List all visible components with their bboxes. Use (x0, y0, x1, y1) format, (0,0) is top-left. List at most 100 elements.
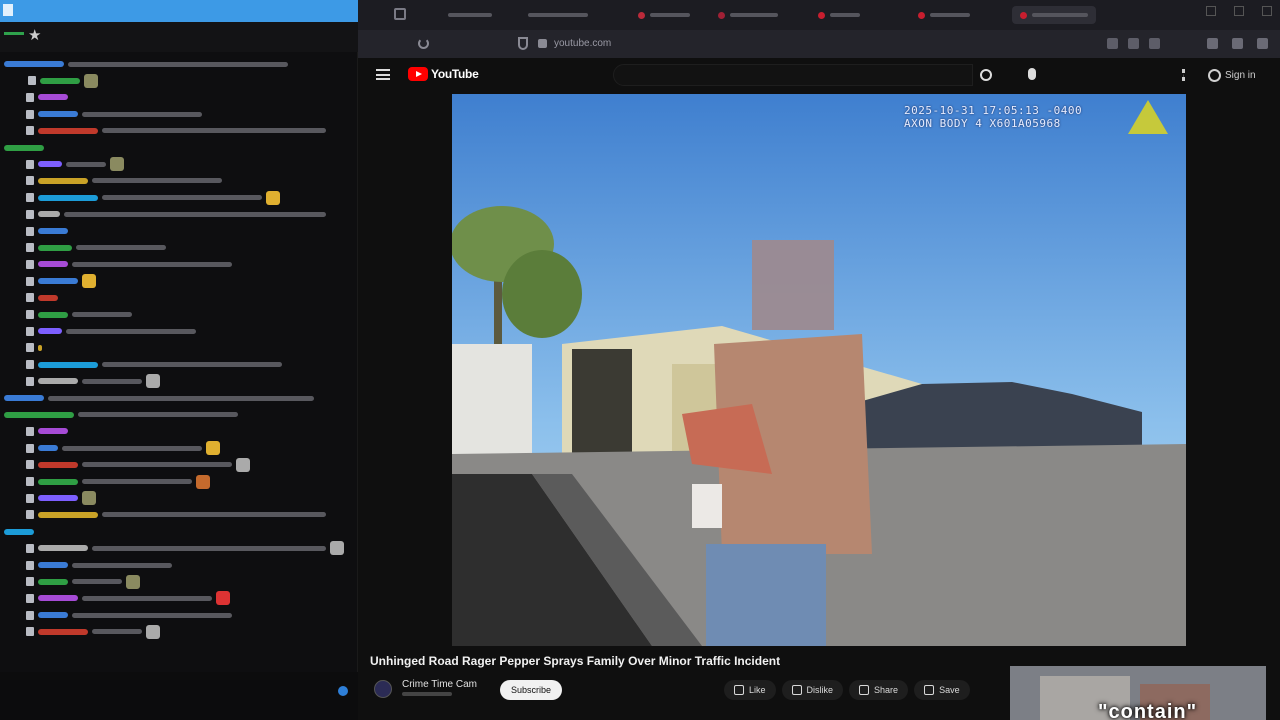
like-button[interactable]: Like (724, 680, 776, 700)
chat-username[interactable] (38, 461, 78, 468)
search-icon[interactable] (980, 69, 992, 81)
address-bar: youtube.com (358, 30, 1280, 58)
sign-in-button[interactable]: Sign in (1208, 66, 1256, 84)
chat-username[interactable] (38, 578, 68, 585)
chat-badge-icon (26, 610, 34, 620)
chat-username[interactable] (38, 127, 98, 134)
chat-username[interactable] (4, 528, 34, 535)
chat-username[interactable] (38, 161, 62, 168)
chat-username[interactable] (38, 344, 42, 351)
youtube-logo-text: YouTube (431, 67, 479, 81)
hamburger-menu-icon[interactable] (376, 69, 390, 80)
chat-message-text (66, 328, 196, 334)
chat-badge-icon (26, 259, 34, 269)
star-icon[interactable]: ★ (28, 26, 41, 44)
url-field[interactable]: youtube.com (554, 36, 954, 52)
chat-username[interactable] (38, 228, 68, 234)
channel-avatar[interactable] (374, 680, 392, 698)
chat-username[interactable] (38, 428, 68, 435)
pin-icon[interactable] (3, 4, 13, 16)
channel-name[interactable]: Crime Time Cam (402, 679, 477, 690)
chat-emote-icon (110, 157, 124, 172)
chat-send-icon[interactable] (338, 686, 348, 696)
chat-username[interactable] (38, 211, 60, 218)
chat-username[interactable] (38, 445, 58, 452)
microphone-icon[interactable] (1028, 68, 1036, 80)
overlay-caption: "contain" (1098, 701, 1198, 720)
browser-tab[interactable] (528, 6, 588, 24)
chat-emote-icon (84, 73, 98, 88)
reader-icon[interactable] (1149, 38, 1160, 49)
chat-message (4, 142, 44, 154)
chat-username[interactable] (38, 94, 68, 101)
chat-emote-icon (126, 574, 140, 589)
chat-username[interactable] (38, 628, 88, 635)
minimize-icon[interactable] (1206, 6, 1216, 16)
chat-username[interactable] (4, 411, 74, 418)
chat-username[interactable] (4, 395, 44, 401)
dislike-button[interactable]: Dislike (781, 680, 844, 700)
chat-message (26, 541, 344, 556)
youtube-logo[interactable]: YouTube (408, 67, 479, 81)
maximize-icon[interactable] (1234, 6, 1244, 16)
profile-icon[interactable] (1207, 38, 1218, 49)
chat-username[interactable] (38, 612, 68, 619)
chat-username[interactable] (4, 61, 64, 67)
save-button[interactable]: Save (914, 680, 970, 700)
chat-username[interactable] (38, 361, 98, 368)
chat-username[interactable] (38, 495, 78, 502)
more-options-icon[interactable] (1182, 69, 1185, 81)
subscribe-button[interactable]: Subscribe (500, 680, 562, 700)
chat-username[interactable] (38, 545, 88, 552)
chat-message-text (102, 512, 326, 518)
browser-tab-active[interactable] (1012, 6, 1096, 24)
reload-icon[interactable] (418, 38, 429, 49)
chat-username[interactable] (38, 111, 78, 118)
chat-username[interactable] (38, 595, 78, 602)
browser-tab[interactable] (638, 6, 690, 24)
close-icon[interactable] (1262, 6, 1272, 16)
chat-message (26, 491, 96, 506)
chat-username[interactable] (38, 328, 62, 335)
thumbs-down-icon (791, 685, 802, 695)
chat-username[interactable] (38, 278, 78, 285)
sidebar-icon[interactable] (1232, 38, 1243, 49)
extension-icon[interactable] (1107, 38, 1118, 49)
chat-username[interactable] (38, 511, 98, 518)
bodycam-timestamp: 2025-10-31 17:05:13 -0400 AXON BODY 4 X6… (904, 104, 1082, 130)
shield-icon[interactable] (518, 37, 528, 50)
chat-message (26, 574, 140, 589)
browser-tab[interactable] (818, 6, 860, 24)
chat-message (26, 457, 250, 472)
chat-badge-icon (26, 310, 34, 319)
chat-username[interactable] (38, 478, 78, 485)
video-player[interactable]: 2025-10-31 17:05:13 -0400 AXON BODY 4 X6… (452, 94, 1186, 646)
chat-username[interactable] (38, 244, 72, 251)
menu-icon[interactable] (1257, 38, 1268, 49)
chat-username[interactable] (38, 311, 68, 318)
chat-username[interactable] (38, 177, 88, 184)
chat-username[interactable] (38, 562, 68, 568)
chat-username[interactable] (38, 378, 78, 385)
chat-message (26, 225, 68, 237)
share-button[interactable]: Share (849, 680, 909, 700)
lock-icon[interactable] (538, 39, 547, 48)
chat-emote-icon (82, 274, 96, 289)
browser-tab[interactable] (448, 6, 492, 24)
browser-tab[interactable] (918, 6, 970, 24)
search-input[interactable] (613, 64, 973, 86)
browser-tab[interactable] (718, 6, 778, 24)
chat-message-text (72, 312, 132, 317)
chat-username[interactable] (38, 261, 68, 268)
chat-username[interactable] (40, 77, 80, 84)
chat-username[interactable] (38, 194, 98, 201)
chat-badge-icon (26, 443, 34, 453)
chat-message (26, 609, 232, 621)
bookmark-icon[interactable] (1128, 38, 1139, 49)
chat-username[interactable] (4, 144, 44, 151)
tab-list-icon[interactable] (394, 8, 406, 20)
chat-message (4, 392, 314, 404)
chat-message-list[interactable] (0, 52, 358, 672)
chat-username[interactable] (38, 294, 58, 301)
chat-message (26, 157, 124, 172)
